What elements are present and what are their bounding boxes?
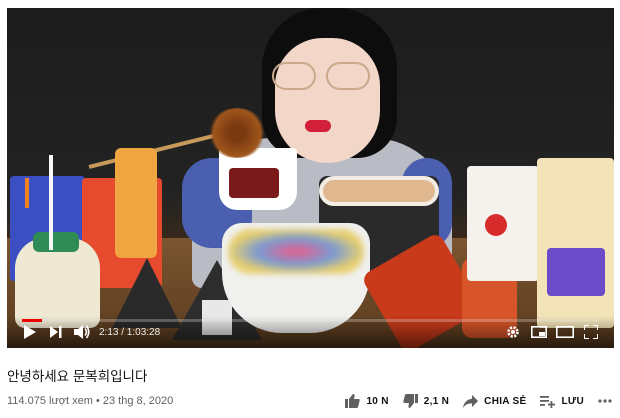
theater-icon[interactable] [552, 319, 578, 345]
action-buttons: 10 N 2,1 N CHIA SẺ LƯU [345, 394, 612, 408]
glasses-lens-right [326, 62, 370, 90]
play-icon[interactable] [17, 319, 43, 345]
white-straw [49, 155, 53, 250]
dislike-count: 2,1 N [423, 395, 450, 407]
strawberry-graphic [485, 214, 507, 236]
noodle-cup-label [229, 168, 279, 198]
player-controls: 2:13 / 1:03:28 [7, 316, 614, 348]
fullscreen-icon[interactable] [578, 319, 604, 345]
share-label: CHIA SẺ [484, 395, 527, 407]
sauce-bottle [115, 148, 157, 258]
milk-carton-strawberry [467, 166, 539, 281]
like-button[interactable]: 10 N [345, 394, 388, 408]
milk-carton-right [537, 158, 614, 328]
share-icon [463, 394, 479, 408]
person-lips [305, 120, 331, 132]
orange-straw [25, 178, 29, 208]
noodles [207, 108, 267, 158]
video-player[interactable]: 2:13 / 1:03:28 [7, 8, 614, 348]
purple-snack-pack [547, 248, 605, 296]
volume-icon[interactable] [69, 319, 95, 345]
banana-milk-bottle [15, 232, 100, 328]
video-title: 안녕하세요 문복희입니다 [7, 369, 148, 384]
ramen-bowl-rim [319, 176, 439, 206]
video-meta-row: 114.075 lượt xem • 23 thg 8, 2020 10 N 2… [7, 391, 612, 411]
views-and-date: 114.075 lượt xem • 23 thg 8, 2020 [7, 395, 174, 407]
playlist-add-icon [540, 395, 556, 408]
person-face [275, 38, 380, 163]
thumbs-down-icon [403, 394, 418, 408]
thumbs-up-icon [345, 394, 361, 408]
save-button[interactable]: LƯU [540, 395, 584, 408]
instant-noodle-lid [228, 229, 364, 274]
miniplayer-icon[interactable] [526, 319, 552, 345]
time-display: 2:13 / 1:03:28 [99, 326, 161, 338]
next-icon[interactable] [43, 319, 69, 345]
milk-bottle-cap [33, 232, 79, 252]
dislike-button[interactable]: 2,1 N [403, 394, 449, 408]
glasses-lens-left [272, 62, 316, 90]
share-button[interactable]: CHIA SẺ [463, 394, 527, 408]
like-count: 10 N [366, 395, 389, 407]
more-icon[interactable] [598, 399, 612, 403]
save-label: LƯU [561, 395, 584, 407]
gear-icon[interactable] [500, 319, 526, 345]
video-frame [7, 8, 614, 348]
glasses [272, 62, 372, 92]
